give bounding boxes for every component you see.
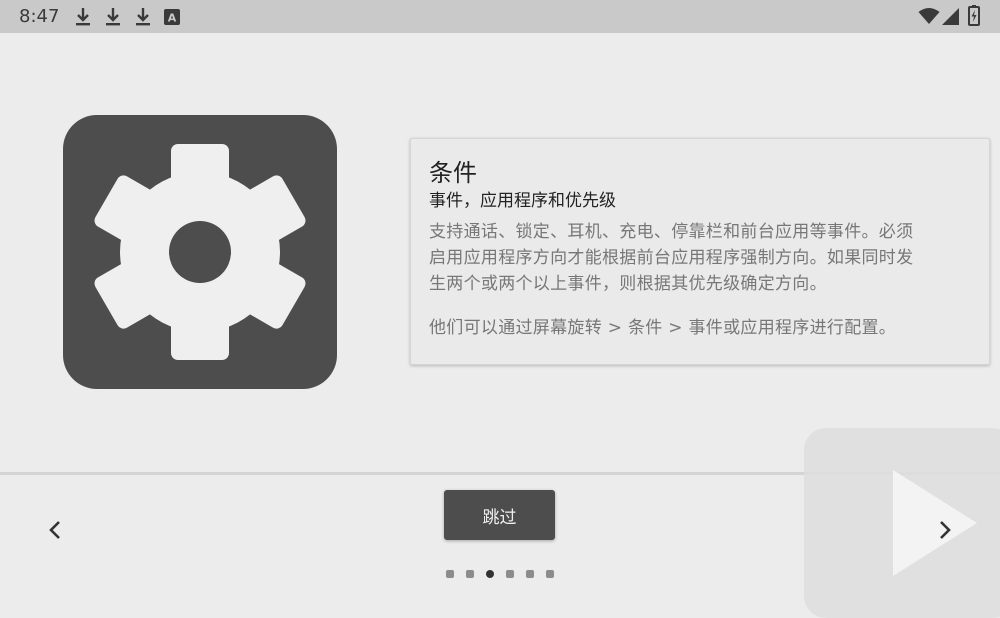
card-description-line: 支持通话、锁定、耳机、充电、停靠栏和前台应用等事件。必须 [429, 222, 914, 242]
status-time: 8:47 [19, 6, 60, 27]
font-icon-letter: A [168, 12, 177, 25]
card-title: 条件 [429, 159, 477, 187]
page-dot [546, 570, 554, 578]
page-dot-active [486, 570, 494, 578]
download-icon [106, 8, 120, 26]
wifi-icon [918, 8, 940, 24]
page-dot [506, 570, 514, 578]
status-bar: 8:47 A [0, 0, 1000, 33]
download-icon [76, 8, 90, 26]
card-description: 支持通话、锁定、耳机、充电、停靠栏和前台应用等事件。必须 启用应用程序方向才能根… [429, 219, 971, 297]
chevron-right-icon[interactable] [930, 515, 960, 545]
page-dot [526, 570, 534, 578]
page-dot [466, 570, 474, 578]
card-description-line: 启用应用程序方向才能根据前台应用程序强制方向。如果同时发 [429, 248, 914, 268]
info-card: 条件 事件，应用程序和优先级 支持通话、锁定、耳机、充电、停靠栏和前台应用等事件… [410, 138, 990, 365]
gear-icon [63, 115, 337, 389]
card-description-line: 生两个或两个以上事件，则根据其优先级确定方向。 [429, 274, 827, 294]
download-icon [136, 8, 150, 26]
card-note: 他们可以通过屏幕旋转 > 条件 > 事件或应用程序进行配置。 [429, 318, 897, 338]
cell-signal-icon [942, 8, 959, 25]
onboarding-content: 条件 事件，应用程序和优先级 支持通话、锁定、耳机、充电、停靠栏和前台应用等事件… [0, 33, 1000, 472]
font-a-icon: A [164, 9, 180, 25]
battery-charging-icon [968, 5, 980, 26]
page-dot [446, 570, 454, 578]
skip-button[interactable]: 跳过 [444, 490, 555, 540]
card-subtitle: 事件，应用程序和优先级 [429, 191, 616, 211]
chevron-left-icon[interactable] [40, 515, 70, 545]
